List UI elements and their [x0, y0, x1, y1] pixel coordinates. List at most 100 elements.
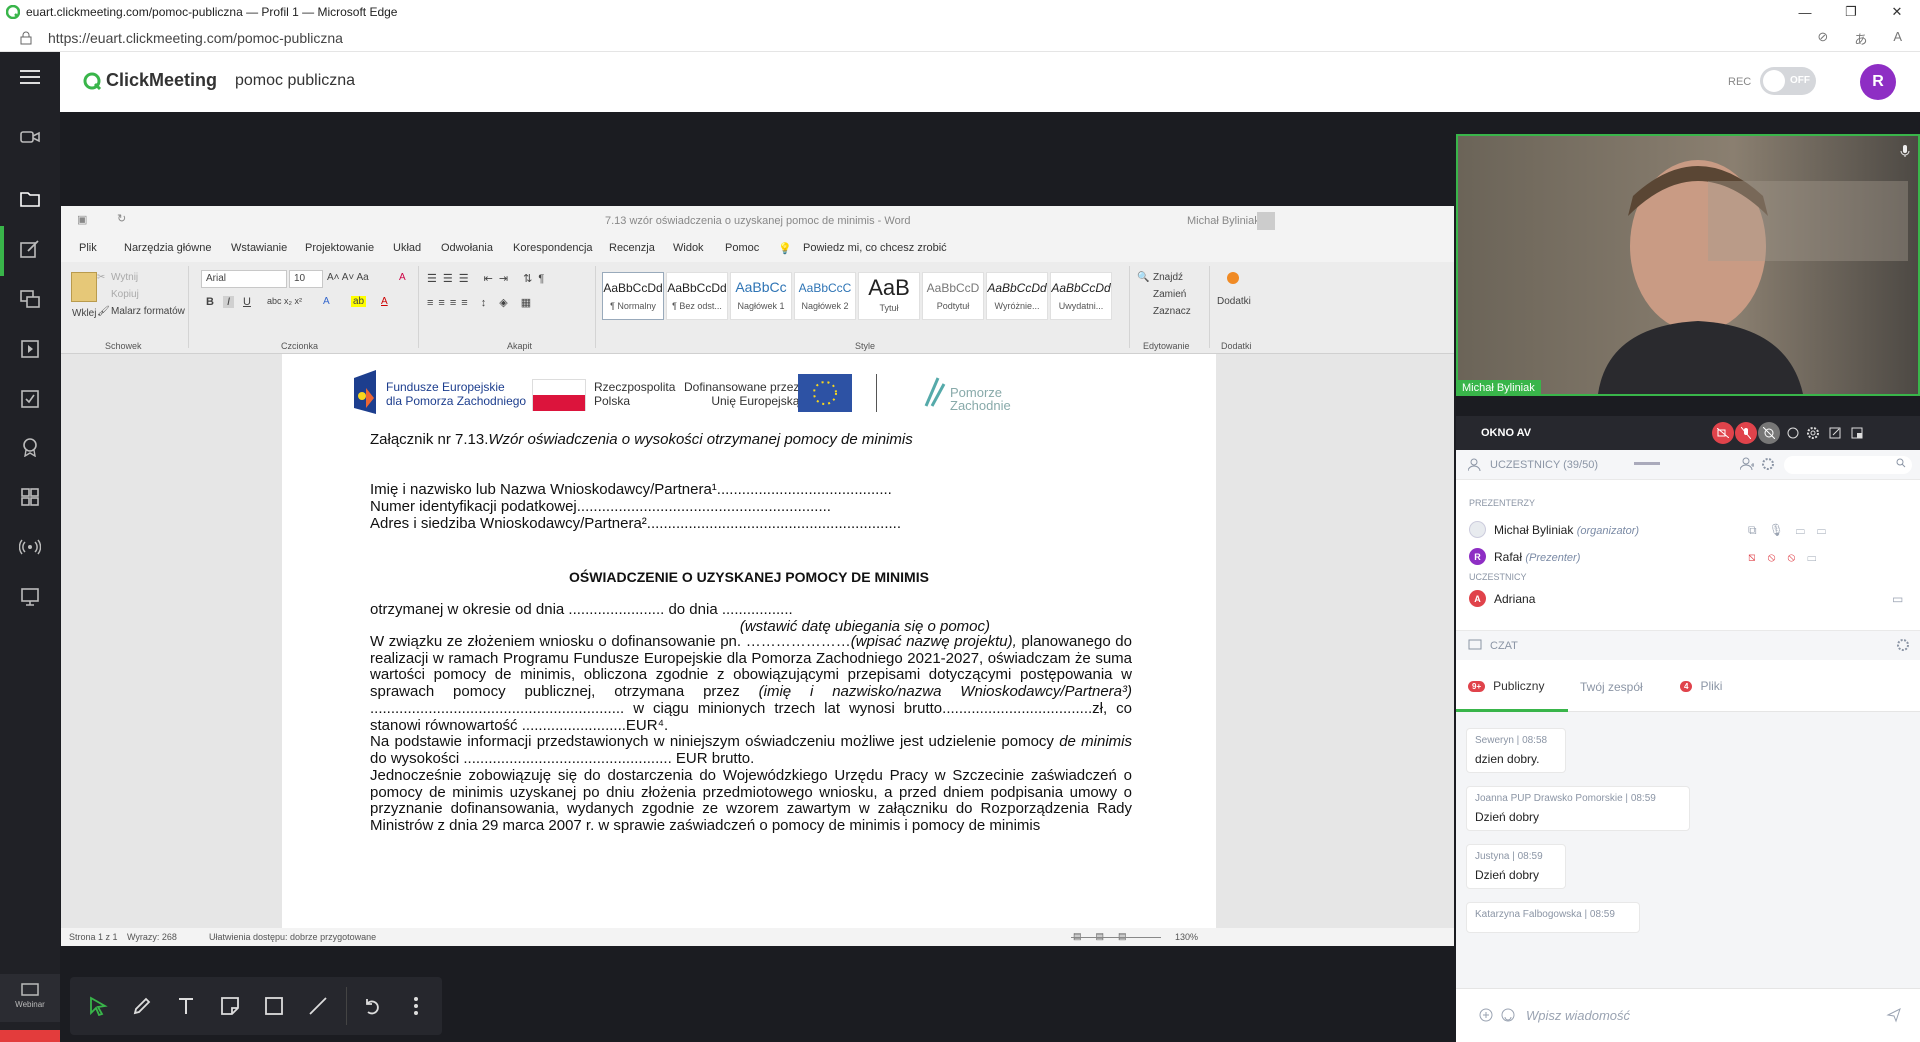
address-bar[interactable]: https://euart.clickmeeting.com/pomoc-pub…: [0, 24, 1920, 52]
folder-icon[interactable]: [0, 174, 60, 224]
participant-row[interactable]: R Rafał (Prezenter) ⧅⦸⦸▭: [1456, 544, 1920, 570]
font-group: Czcionka: [281, 341, 319, 351]
annex-line: Załącznik nr 7.13.Wzór oświadczenia o wy…: [370, 431, 913, 448]
chat-message-input[interactable]: Wpisz wiadomość: [1526, 1008, 1630, 1023]
highlight-icon: ab: [351, 296, 367, 307]
text-tool-icon[interactable]: [170, 990, 202, 1022]
font-name-box: Arial: [201, 270, 287, 288]
user-avatar[interactable]: R: [1860, 64, 1896, 100]
menu-icon[interactable]: [0, 52, 60, 102]
tab-files[interactable]: 4 Pliki: [1680, 679, 1722, 693]
read-aloud-icon[interactable]: A: [1893, 29, 1902, 48]
presenter-video-image: [1458, 136, 1918, 394]
send-icon[interactable]: [1886, 1007, 1902, 1023]
word-tabs: Plik Narzędzia główne Wstawianie Projekt…: [61, 236, 1454, 262]
tab-view: Widok: [673, 242, 704, 254]
chat-input-bar: Wpisz wiadomość: [1456, 988, 1920, 1042]
speaker-off-icon[interactable]: [1758, 422, 1780, 444]
status-zoom: 130%: [1175, 932, 1199, 942]
more-options-icon[interactable]: [400, 990, 432, 1022]
emoji-icon[interactable]: [1500, 1007, 1516, 1023]
video-file-icon[interactable]: [0, 324, 60, 374]
whiteboard-icon[interactable]: [0, 572, 60, 622]
style-heading1: AaBbCc Nagłówek 1: [730, 272, 792, 320]
leave-power-button[interactable]: [0, 1030, 60, 1042]
chat-message: Seweryn | 08:58 dzien dobry.: [1466, 728, 1566, 773]
participant-row[interactable]: Michał Byliniak (organizator) ⧉🎙▭▭: [1456, 517, 1920, 543]
line-tool-icon[interactable]: [302, 990, 334, 1022]
tab-public[interactable]: 9+ Publiczny: [1468, 679, 1544, 693]
search-icon: [1896, 458, 1906, 468]
rec-label: REC: [1728, 76, 1752, 88]
pen-tool-icon[interactable]: [126, 990, 158, 1022]
redo-icon: ↻: [117, 213, 127, 225]
share-screen-icon[interactable]: [0, 274, 60, 324]
participant-role: (organizator): [1576, 525, 1640, 537]
participants-count: UCZESTNICY (39/50): [1490, 459, 1598, 471]
participants-icon: [1468, 458, 1484, 472]
rec-toggle[interactable]: OFF: [1760, 67, 1816, 95]
translate-icon[interactable]: あ: [1854, 29, 1867, 48]
participant-role: (Prezenter): [1525, 552, 1581, 564]
undo-icon[interactable]: [356, 990, 388, 1022]
font-size-box: 10: [289, 270, 323, 288]
browser-title: euart.clickmeeting.com/pomoc-publiczna —…: [26, 5, 398, 19]
word-ribbon: Wklej ✂ Wytnij Kopiuj 🖌 Malarz formatów …: [61, 262, 1454, 354]
find-icon: 🔍: [1137, 272, 1150, 283]
word-statusbar: Strona 1 z 1 Wyrazy: 268 Ułatwienia dost…: [61, 928, 1454, 946]
settings-icon[interactable]: [1802, 422, 1824, 444]
zoom-slider: [1071, 937, 1161, 938]
rp-logo-text: Rzeczpospolita Polska: [594, 380, 676, 408]
restore-icon[interactable]: ❐: [1828, 0, 1874, 24]
add-user-icon[interactable]: [1740, 457, 1754, 471]
drag-handle[interactable]: [1634, 462, 1660, 465]
rectangle-tool-icon[interactable]: [258, 990, 290, 1022]
poll-icon[interactable]: [0, 374, 60, 424]
presenters-label: PREZENTERZY: [1469, 498, 1536, 508]
screen-icon[interactable]: ▭: [1892, 592, 1903, 606]
participant-controls-icons[interactable]: ⧉🎙▭▭: [1748, 523, 1838, 538]
broadcast-icon[interactable]: [0, 522, 60, 572]
replace-label: Zamień: [1153, 289, 1187, 300]
active-indicator: [0, 226, 4, 276]
participant-name: Adriana: [1494, 592, 1536, 606]
minimize-icon[interactable]: —: [1782, 0, 1828, 24]
tab-team[interactable]: Twój zespół: [1580, 680, 1643, 694]
chat-bubble-icon[interactable]: [1782, 422, 1804, 444]
participant-row[interactable]: A Adriana ▭: [1456, 586, 1920, 612]
participants-header[interactable]: UCZESTNICY (39/50): [1456, 450, 1920, 480]
addins-icon: [1227, 272, 1239, 284]
layout-icon[interactable]: [1846, 422, 1868, 444]
badge-icon[interactable]: [0, 422, 60, 472]
chat-header[interactable]: CZAT: [1456, 630, 1920, 660]
room-name: pomoc publiczna: [235, 72, 356, 89]
participants-settings-icon[interactable]: [1761, 457, 1775, 471]
clickmeeting-logo-icon: [83, 72, 102, 90]
chat-settings-icon[interactable]: [1896, 638, 1910, 652]
note-tool-icon[interactable]: [214, 990, 246, 1022]
popout-icon[interactable]: [1824, 422, 1846, 444]
clickmeeting-logo[interactable]: ClickMeeting: [82, 70, 217, 91]
pointer-tool-icon[interactable]: [82, 990, 114, 1022]
style-subtitle: AaBbCcD Podtytuł: [922, 272, 984, 320]
close-icon[interactable]: ✕: [1874, 0, 1920, 24]
style-nospacing: AaBbCcDd ¶ Bez odst...: [666, 272, 728, 320]
participants-search[interactable]: [1784, 456, 1912, 474]
attach-icon[interactable]: [1478, 1007, 1494, 1023]
copy-label: Kopiuj: [111, 289, 139, 300]
participant-muted-icons[interactable]: ⧅⦸⦸▭: [1748, 550, 1828, 565]
format-painter-icon: 🖌: [97, 306, 110, 317]
url-text[interactable]: https://euart.clickmeeting.com/pomoc-pub…: [48, 30, 343, 46]
tab-plik: Plik: [79, 242, 97, 254]
document-area: Fundusze Europejskie dla Pomorza Zachodn…: [61, 354, 1454, 928]
status-words: Wyrazy: 268: [127, 932, 177, 942]
tracking-prevention-icon[interactable]: ⊘: [1817, 29, 1828, 48]
camera-icon[interactable]: [0, 112, 60, 162]
edit-icon[interactable]: [0, 224, 60, 274]
camera-off-icon[interactable]: [1712, 422, 1734, 444]
text-effects-icon: A: [323, 296, 330, 307]
clipboard-group: Schowek: [105, 341, 142, 351]
mic-off-icon[interactable]: [1735, 422, 1757, 444]
apps-grid-icon[interactable]: [0, 472, 60, 522]
tab-mailings: Korespondencja: [513, 242, 593, 254]
